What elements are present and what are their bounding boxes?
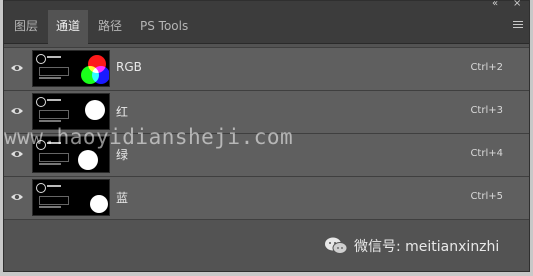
channel-circle-graphic — [90, 195, 108, 213]
wechat-badge: 微信号: meitianxinzhi — [324, 233, 499, 259]
thumb-box — [39, 196, 69, 205]
rgb-circles-graphic — [81, 55, 109, 84]
thumb-text-line — [39, 120, 61, 122]
tab-paths[interactable]: 路径 — [90, 10, 130, 43]
eye-icon[interactable] — [10, 147, 24, 161]
thumb-box — [39, 67, 69, 76]
thumb-text-line — [39, 77, 61, 79]
thumb-box — [39, 110, 69, 119]
channel-shortcut: Ctrl+4 — [470, 148, 503, 159]
tab-ps-tools[interactable]: PS Tools — [132, 10, 196, 43]
wechat-icon — [325, 237, 348, 254]
channel-name: 红 — [116, 105, 129, 119]
collapse-panel-button[interactable]: « — [492, 0, 498, 9]
close-panel-button[interactable]: × — [513, 0, 521, 9]
eye-icon[interactable] — [10, 61, 24, 75]
watermark-text: www.haoyidiansheji.com — [4, 125, 294, 149]
panel-title-bar: « × — [4, 0, 529, 10]
thumb-text-line — [47, 56, 61, 58]
wechat-id-text: 微信号: meitianxinzhi — [354, 239, 500, 255]
channel-thumbnail-blue — [32, 179, 110, 216]
channel-name: 蓝 — [116, 191, 129, 205]
channels-panel: « × 图层 通道 路径 PS Tools RGB Ctrl+2 红 Ctrl+… — [3, 0, 530, 272]
logo-mark — [36, 54, 46, 64]
tab-channels[interactable]: 通道 — [48, 10, 89, 44]
thumb-text-line — [39, 163, 61, 165]
logo-mark — [36, 183, 46, 193]
tab-layers[interactable]: 图层 — [6, 10, 46, 43]
panel-tabs: 图层 通道 路径 PS Tools — [4, 10, 529, 44]
eye-icon[interactable] — [10, 190, 24, 204]
eye-icon[interactable] — [10, 104, 24, 118]
channel-shortcut: Ctrl+5 — [470, 191, 503, 202]
thumb-text-line — [47, 185, 61, 187]
channel-shortcut: Ctrl+2 — [470, 62, 503, 73]
thumb-text-line — [39, 206, 61, 208]
channel-row-blue[interactable]: 蓝 Ctrl+5 — [4, 176, 529, 220]
thumb-box — [39, 153, 69, 162]
channel-name: RGB — [116, 60, 142, 74]
logo-mark — [36, 97, 46, 107]
thumb-text-line — [47, 99, 61, 101]
channel-shortcut: Ctrl+3 — [470, 105, 503, 116]
channel-row-rgb[interactable]: RGB Ctrl+2 — [4, 47, 529, 91]
channel-thumbnail-rgb — [32, 50, 110, 87]
panel-menu-icon[interactable] — [513, 21, 523, 30]
